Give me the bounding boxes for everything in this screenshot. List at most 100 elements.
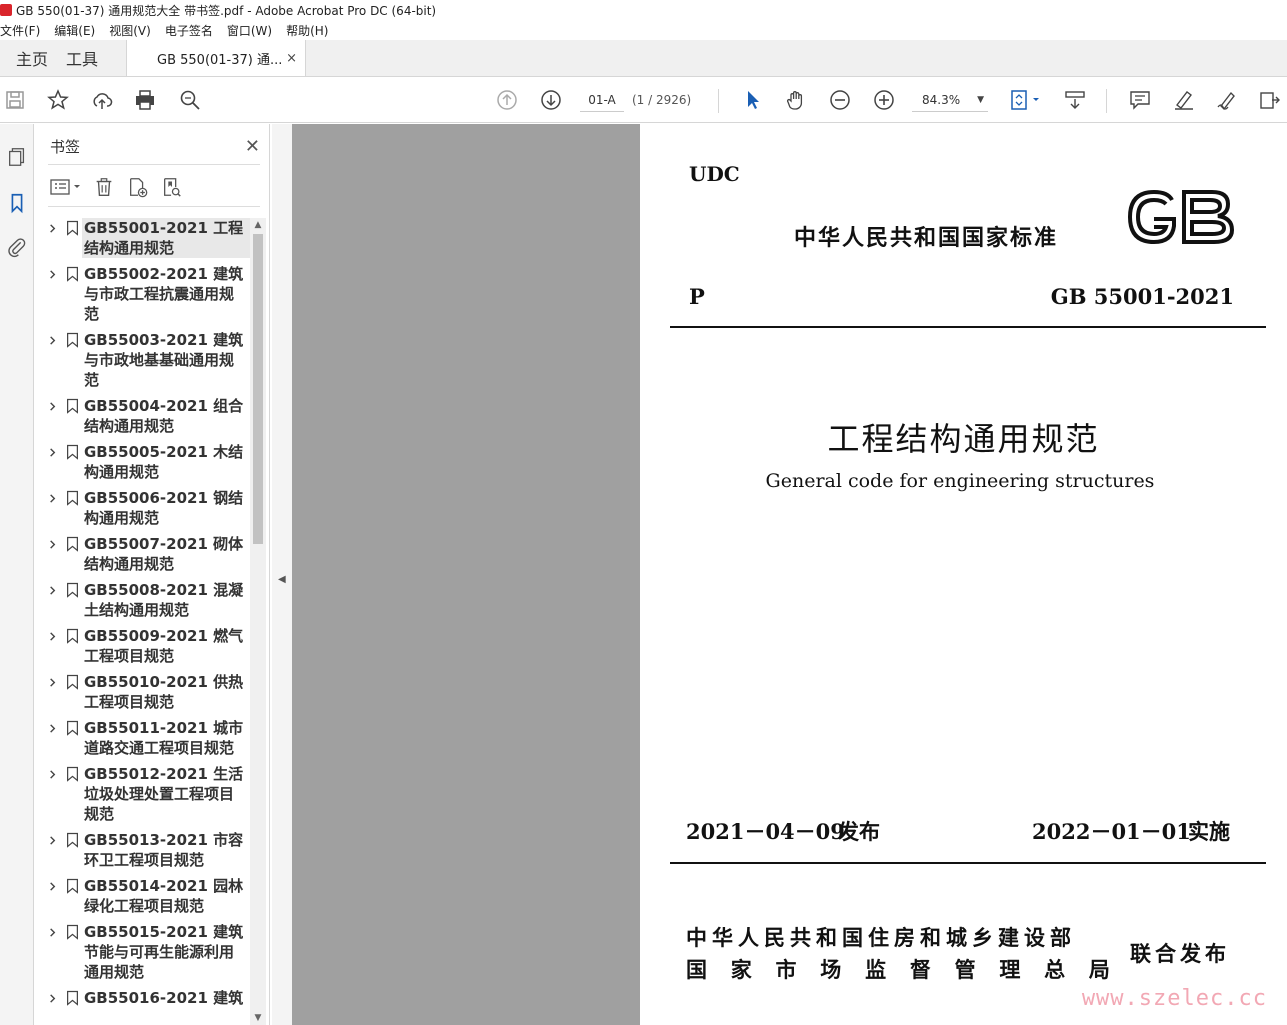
main-toolbar: 01-A (1 / 2926) 84.3% ▼: [0, 77, 1287, 123]
save-icon[interactable]: [2, 87, 28, 113]
issue-label: 发布: [838, 819, 880, 844]
tab-home[interactable]: 主页: [0, 40, 64, 76]
previous-page-icon[interactable]: [494, 87, 520, 113]
navigation-rail: [0, 124, 34, 1025]
scrollbar-thumb[interactable]: [253, 234, 263, 544]
star-icon[interactable]: [45, 87, 71, 113]
chevron-right-icon[interactable]: [42, 396, 62, 416]
bookmarks-panel: 书签 ✕ GB55001-2021 工程结构通用规范 GB55002-2021 建…: [34, 124, 270, 1025]
bookmarks-panel-icon[interactable]: [4, 190, 30, 216]
chevron-right-icon[interactable]: [42, 218, 62, 238]
bookmark-label: GB55006-2021 钢结构通用规范: [84, 489, 244, 527]
chevron-right-icon[interactable]: [42, 580, 62, 600]
print-icon[interactable]: [132, 87, 158, 113]
collapse-panel-icon[interactable]: ◀: [278, 574, 286, 585]
options-menu-icon[interactable]: [48, 175, 84, 199]
document-viewport[interactable]: UDC 中华人民共和国国家标准 P GB 55001-2021 工程结构通用规范…: [292, 124, 1287, 1025]
bookmark-icon: [62, 330, 82, 350]
find-bookmark-icon[interactable]: [158, 175, 186, 199]
bookmark-label: GB55003-2021 建筑与市政地基基础通用规范: [84, 331, 244, 389]
comment-icon[interactable]: [1127, 87, 1153, 113]
bookmark-item[interactable]: GB55005-2021 木结构通用规范: [42, 442, 250, 482]
bookmark-label: GB55007-2021 砌体结构通用规范: [84, 535, 244, 573]
close-tab-icon[interactable]: ×: [286, 51, 297, 66]
panel-splitter[interactable]: ◀: [272, 124, 292, 1025]
chevron-right-icon[interactable]: [42, 718, 62, 738]
menu-file[interactable]: 文件(F): [0, 22, 40, 39]
toolbar-separator: [718, 89, 719, 113]
chevron-right-icon[interactable]: [42, 330, 62, 350]
tab-document[interactable]: GB 550(01-37) 通... ×: [126, 40, 306, 76]
menu-esign[interactable]: 电子签名: [165, 22, 213, 39]
zoom-out-icon[interactable]: [827, 87, 853, 113]
menu-help[interactable]: 帮助(H): [286, 22, 328, 39]
bookmark-label: GB55005-2021 木结构通用规范: [84, 443, 244, 481]
scroll-up-icon[interactable]: ▲: [250, 218, 266, 232]
document-tab-label: GB 550(01-37) 通...: [157, 52, 283, 68]
upload-cloud-icon[interactable]: [89, 87, 115, 113]
menu-window[interactable]: 窗口(W): [227, 22, 272, 39]
chevron-right-icon[interactable]: [42, 626, 62, 646]
chevron-right-icon[interactable]: [42, 764, 62, 784]
chevron-right-icon[interactable]: [42, 830, 62, 850]
fit-page-icon[interactable]: [1008, 87, 1044, 113]
delete-bookmark-icon[interactable]: [90, 175, 118, 199]
bookmark-item[interactable]: GB55009-2021 燃气工程项目规范: [42, 626, 250, 666]
bookmark-item[interactable]: GB55007-2021 砌体结构通用规范: [42, 534, 250, 574]
scroll-down-icon[interactable]: ▼: [250, 1011, 266, 1025]
publisher-char: 市: [775, 957, 797, 982]
page-number-input[interactable]: 01-A: [580, 88, 624, 112]
bookmark-scrollbar[interactable]: ▲ ▼: [250, 218, 266, 1025]
chevron-right-icon[interactable]: [42, 876, 62, 896]
scroll-mode-icon[interactable]: [1062, 87, 1088, 113]
rule-line: [670, 862, 1266, 864]
publisher-char: 国: [686, 957, 707, 982]
bookmark-label: GB55015-2021 建筑节能与可再生能源利用通用规范: [84, 923, 244, 981]
chevron-right-icon[interactable]: [42, 442, 62, 462]
bookmark-item[interactable]: GB55012-2021 生活垃圾处理处置工程项目规范: [42, 764, 250, 824]
bookmark-item[interactable]: GB55006-2021 钢结构通用规范: [42, 488, 250, 528]
bookmark-item[interactable]: GB55003-2021 建筑与市政地基基础通用规范: [42, 330, 250, 390]
tab-tools[interactable]: 工具: [64, 40, 126, 76]
new-bookmark-icon[interactable]: [124, 175, 152, 199]
chevron-right-icon[interactable]: [42, 534, 62, 554]
chevron-right-icon[interactable]: [42, 264, 62, 284]
sign-icon[interactable]: [1214, 87, 1240, 113]
bookmark-item[interactable]: GB55008-2021 混凝土结构通用规范: [42, 580, 250, 620]
chevron-right-icon[interactable]: [42, 488, 62, 508]
bookmark-item[interactable]: GB55014-2021 园林绿化工程项目规范: [42, 876, 250, 916]
page-thumbnails-icon[interactable]: [4, 144, 30, 170]
next-page-icon[interactable]: [538, 87, 564, 113]
chevron-right-icon[interactable]: [42, 922, 62, 942]
bookmark-item[interactable]: GB55004-2021 组合结构通用规范: [42, 396, 250, 436]
divider: [48, 164, 260, 165]
search-icon[interactable]: [177, 87, 203, 113]
bookmark-item[interactable]: GB55002-2021 建筑与市政工程抗震通用规范: [42, 264, 250, 324]
highlight-pen-icon[interactable]: [1171, 87, 1197, 113]
menu-edit[interactable]: 编辑(E): [54, 22, 95, 39]
zoom-in-icon[interactable]: [871, 87, 897, 113]
bookmark-item[interactable]: GB55001-2021 工程结构通用规范: [42, 218, 250, 258]
bookmark-item[interactable]: GB55013-2021 市容环卫工程项目规范: [42, 830, 250, 870]
zoom-value: 84.3%: [922, 92, 961, 107]
bookmark-item[interactable]: GB55010-2021 供热工程项目规范: [42, 672, 250, 712]
rule-line: [670, 326, 1266, 328]
zoom-select[interactable]: 84.3% ▼: [912, 88, 988, 112]
share-tools-icon[interactable]: [1257, 87, 1283, 113]
toolbar-separator: [1106, 89, 1107, 113]
publisher-line-2: 国 家 市 场 监 督 管 理 总 局: [686, 954, 1110, 984]
close-panel-icon[interactable]: ✕: [245, 136, 260, 157]
hand-tool-icon[interactable]: [783, 87, 809, 113]
bookmark-item[interactable]: GB55011-2021 城市道路交通工程项目规范: [42, 718, 250, 758]
bookmark-item[interactable]: GB55016-2021 建筑: [42, 988, 250, 1008]
publisher-char: 家: [730, 957, 752, 982]
chevron-right-icon[interactable]: [42, 988, 62, 1008]
select-cursor-icon[interactable]: [740, 87, 766, 113]
bookmark-icon: [62, 580, 82, 600]
attachments-icon[interactable]: [4, 234, 30, 260]
bookmark-item[interactable]: GB55015-2021 建筑节能与可再生能源利用通用规范: [42, 922, 250, 982]
menu-view[interactable]: 视图(V): [109, 22, 151, 39]
pdf-page: UDC 中华人民共和国国家标准 P GB 55001-2021 工程结构通用规范…: [640, 124, 1287, 1025]
chevron-right-icon[interactable]: [42, 672, 62, 692]
publisher-line-1: 中华人民共和国住房和城乡建设部: [686, 925, 1076, 950]
